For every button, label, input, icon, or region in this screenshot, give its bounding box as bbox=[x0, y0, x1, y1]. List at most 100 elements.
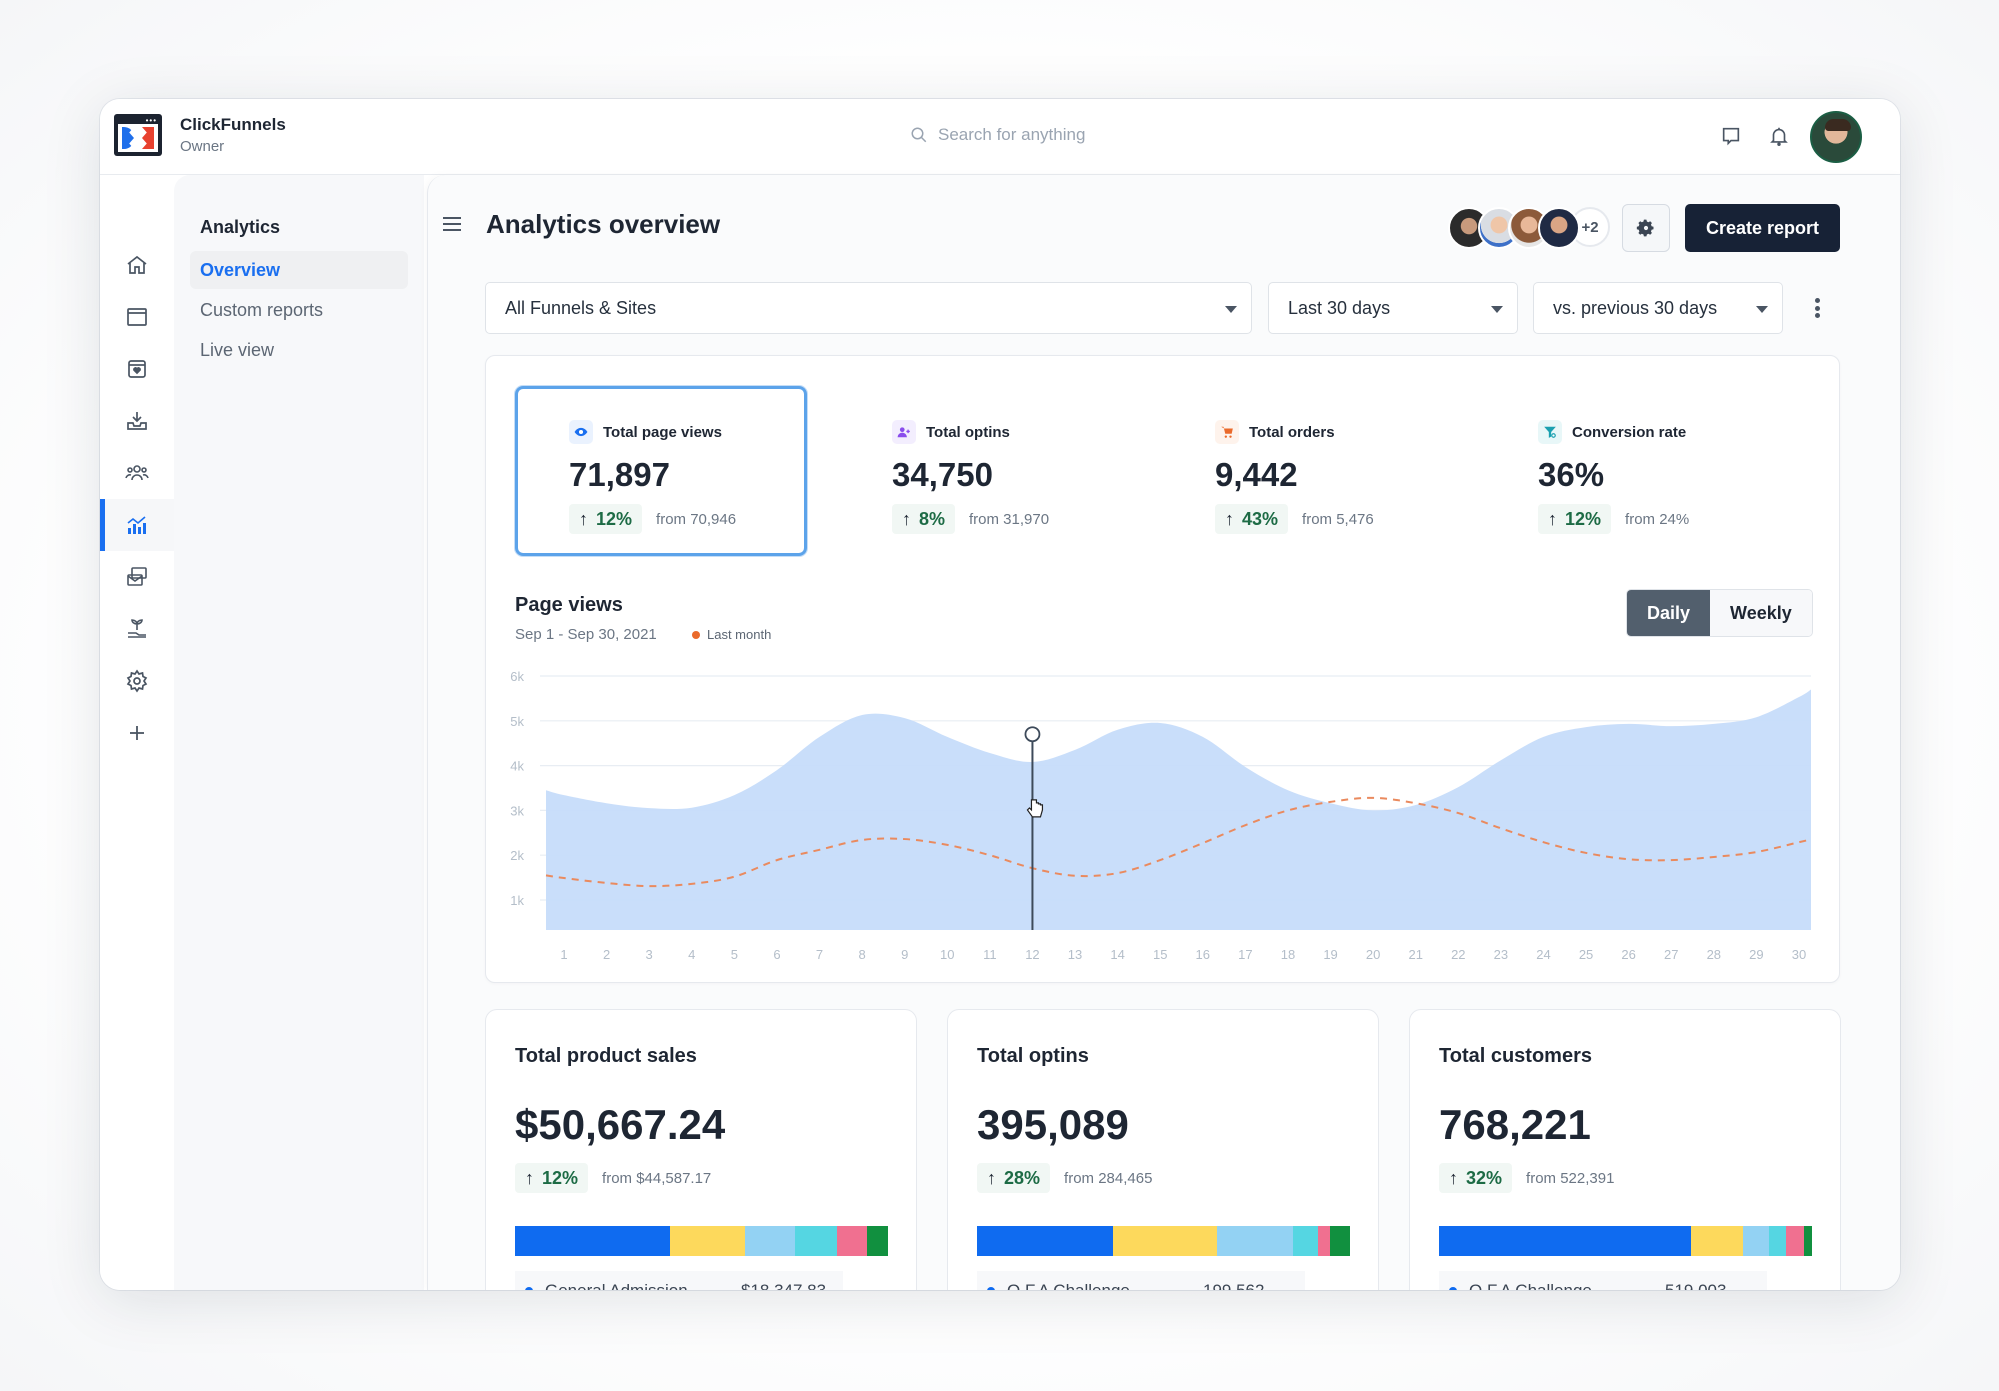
rail-products[interactable] bbox=[100, 343, 174, 395]
kpi-total-optins[interactable]: Total optins 34,750 ↑ 8% from 31,970 bbox=[838, 386, 1130, 556]
user-avatar[interactable] bbox=[1810, 111, 1862, 163]
search-bar[interactable]: Search for anything bbox=[910, 125, 1085, 145]
subnav-item-live-view[interactable]: Live view bbox=[190, 331, 408, 369]
breakdown-segment[interactable] bbox=[745, 1226, 796, 1256]
breakdown-segment[interactable] bbox=[1439, 1226, 1692, 1256]
kpi-from: from 31,970 bbox=[969, 510, 1050, 528]
kpi-delta-badge: ↑ 12% bbox=[569, 504, 643, 534]
y-tick-label: 6k bbox=[510, 669, 524, 684]
breakdown-segment[interactable] bbox=[1742, 1226, 1770, 1256]
collaborators[interactable]: +2 bbox=[1448, 207, 1610, 249]
chat-icon[interactable] bbox=[1720, 125, 1742, 147]
arrow-up-icon: ↑ bbox=[1225, 508, 1234, 529]
x-tick-label: 12 bbox=[1025, 947, 1039, 962]
breakdown-segment[interactable] bbox=[1330, 1226, 1350, 1256]
breakdown-segment[interactable] bbox=[1217, 1226, 1294, 1256]
card-title: Total optins bbox=[977, 1045, 1089, 1067]
kpi-delta-badge: ↑ 12% bbox=[1538, 504, 1612, 534]
create-report-button[interactable]: Create report bbox=[1685, 204, 1840, 252]
card-delta-badge: ↑ 12% bbox=[515, 1163, 589, 1193]
rail-contacts[interactable] bbox=[100, 447, 174, 499]
clickfunnels-logo-icon[interactable]: ••• bbox=[114, 114, 162, 156]
kpi-total-page-views[interactable]: Total page views 71,897 ↑ 12% from 70,946 bbox=[515, 386, 807, 556]
breakdown-segment[interactable] bbox=[1112, 1226, 1218, 1256]
plant-hand-icon bbox=[128, 619, 146, 638]
subnav-item-custom-reports[interactable]: Custom reports bbox=[190, 291, 408, 329]
breakdown-segment[interactable] bbox=[795, 1226, 838, 1256]
breakdown-legend-item[interactable]: O.F.A Challenge 519,003 bbox=[1439, 1271, 1767, 1290]
rail-inbox[interactable] bbox=[100, 395, 174, 447]
breakdown-segment[interactable] bbox=[1769, 1226, 1786, 1256]
gear-icon bbox=[1636, 219, 1654, 237]
contacts-group-icon bbox=[125, 465, 149, 481]
kpi-total-orders[interactable]: Total orders 9,442 ↑ 43% from 5,476 bbox=[1161, 386, 1453, 556]
rail-settings[interactable] bbox=[100, 655, 174, 707]
compare-value: vs. previous 30 days bbox=[1553, 297, 1718, 318]
menu-toggle-icon[interactable] bbox=[443, 217, 461, 233]
chevron-down-icon bbox=[1491, 306, 1503, 313]
search-icon bbox=[911, 127, 927, 143]
breakdown-segment[interactable] bbox=[670, 1226, 746, 1256]
breakdown-segment[interactable] bbox=[1691, 1226, 1743, 1256]
rail-sites[interactable] bbox=[100, 291, 174, 343]
rail-email[interactable] bbox=[100, 551, 174, 603]
x-tick-label: 5 bbox=[731, 947, 738, 962]
analytics-chart-icon bbox=[127, 516, 146, 534]
arrow-up-icon: ↑ bbox=[1449, 1167, 1458, 1188]
funnel-select[interactable]: All Funnels & Sites bbox=[485, 282, 1252, 334]
x-tick-label: 13 bbox=[1068, 947, 1082, 962]
card-total-customers: Total customers 768,221 ↑ 32% from 522,391… bbox=[1409, 1009, 1841, 1290]
y-tick-label: 2k bbox=[510, 848, 524, 863]
date-range-value: Last 30 days bbox=[1288, 297, 1391, 318]
breakdown-segment[interactable] bbox=[977, 1226, 1113, 1256]
breakdown-segment[interactable] bbox=[867, 1226, 888, 1256]
y-tick-label: 1k bbox=[510, 893, 524, 908]
breakdown-bar[interactable] bbox=[515, 1226, 888, 1256]
rail-nurture[interactable] bbox=[100, 603, 174, 655]
account-switcher[interactable]: ClickFunnels Owner bbox=[180, 115, 286, 155]
arrow-up-icon: ↑ bbox=[525, 1167, 534, 1188]
breakdown-segment[interactable] bbox=[1293, 1226, 1318, 1256]
x-tick-label: 27 bbox=[1664, 947, 1678, 962]
hover-marker bbox=[1024, 726, 1041, 743]
date-range-select[interactable]: Last 30 days bbox=[1268, 282, 1518, 334]
arrow-up-icon: ↑ bbox=[987, 1167, 996, 1188]
breakdown-bar[interactable] bbox=[977, 1226, 1350, 1256]
breakdown-segment[interactable] bbox=[1785, 1226, 1804, 1256]
settings-button[interactable] bbox=[1622, 204, 1670, 252]
toggle-daily[interactable]: Daily bbox=[1627, 590, 1711, 636]
toggle-weekly[interactable]: Weekly bbox=[1710, 590, 1812, 636]
compare-select[interactable]: vs. previous 30 days bbox=[1533, 282, 1783, 334]
x-tick-label: 19 bbox=[1323, 947, 1337, 962]
breakdown-segment[interactable] bbox=[1317, 1226, 1331, 1256]
bell-icon[interactable] bbox=[1768, 125, 1790, 147]
legend-label: General Admission... bbox=[545, 1281, 702, 1290]
kpi-delta-value: 8% bbox=[919, 508, 946, 529]
breakdown-segment[interactable] bbox=[837, 1226, 868, 1256]
breakdown-legend-item[interactable]: O.F.A Challenge 199,562 bbox=[977, 1271, 1305, 1290]
rail-add[interactable] bbox=[100, 707, 174, 759]
x-tick-label: 29 bbox=[1749, 947, 1763, 962]
eye-icon bbox=[569, 420, 593, 444]
page-views-chart[interactable]: 1k2k3k4k5k6k1 2 3 4 5 6 7 8 9 10 11 12 13 14 15 16 17 18 1… bbox=[486, 656, 1841, 966]
breakdown-bar[interactable] bbox=[1439, 1226, 1812, 1256]
card-delta-badge: ↑ 28% bbox=[977, 1163, 1051, 1193]
breakdown-segment[interactable] bbox=[515, 1226, 671, 1256]
user-role: Owner bbox=[180, 138, 225, 155]
more-options-icon[interactable] bbox=[1814, 298, 1820, 318]
kpi-conversion-rate[interactable]: Conversion rate 36% ↑ 12% from 24% bbox=[1484, 386, 1776, 556]
kpi-value: 34,750 bbox=[892, 456, 993, 493]
series-this-month-area bbox=[546, 689, 1811, 930]
kpi-delta-value: 12% bbox=[1565, 508, 1602, 529]
kpi-from: from 24% bbox=[1625, 510, 1690, 528]
breakdown-legend-item[interactable]: General Admission... $18,347.83 bbox=[515, 1271, 843, 1290]
subnav-item-overview[interactable]: Overview bbox=[190, 251, 408, 289]
rail-analytics[interactable] bbox=[100, 499, 174, 551]
collaborator-avatar bbox=[1538, 207, 1580, 249]
chart-title: Page views bbox=[515, 594, 623, 616]
card-delta-value: 12% bbox=[542, 1167, 579, 1188]
x-tick-label: 28 bbox=[1707, 947, 1721, 962]
rail-home[interactable] bbox=[100, 239, 174, 291]
x-tick-label: 4 bbox=[688, 947, 695, 962]
breakdown-segment[interactable] bbox=[1803, 1226, 1812, 1256]
